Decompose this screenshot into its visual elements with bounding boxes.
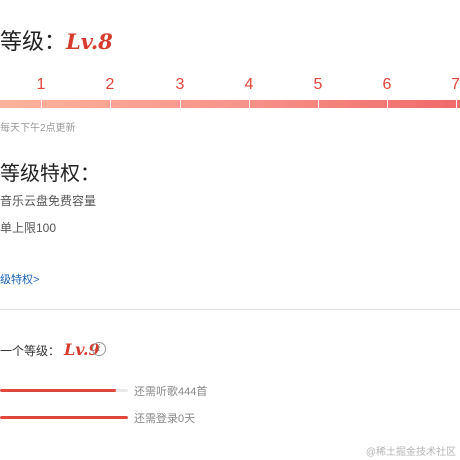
section-divider: [0, 309, 460, 310]
scale-tick-6: 6: [382, 76, 392, 93]
watermark: @稀土掘金技术社区: [365, 447, 456, 458]
login-days-progress-fill: [0, 416, 128, 419]
info-icon[interactable]: i: [92, 342, 106, 356]
level-bar-divider: [41, 100, 42, 108]
scale-tick-5: 5: [313, 76, 323, 93]
listen-songs-progress: [0, 389, 128, 392]
next-level-title: 一个等级： Lv.9: [0, 340, 100, 359]
login-days-progress: [0, 416, 128, 419]
view-privileges-link[interactable]: 级特权>: [0, 271, 39, 287]
listen-songs-progress-fill: [0, 389, 117, 392]
scale-tick-2: 2: [105, 76, 115, 93]
next-level-prefix: 一个等级：: [0, 344, 61, 358]
current-level-value: Lv.8: [66, 29, 113, 54]
scale-tick-1: 1: [36, 76, 46, 93]
level-progress-bar: [0, 100, 460, 108]
scale-tick-3: 3: [175, 76, 185, 93]
level-bar-divider: [318, 100, 319, 108]
privileges-title: 等级特权：: [0, 163, 100, 185]
level-bar-divider: [456, 100, 457, 108]
current-level-prefix: 等级：: [0, 29, 67, 54]
privilege-item: 单上限100: [0, 221, 57, 235]
current-level-title: 等级：Lv.8: [0, 24, 113, 56]
level-bar-divider: [249, 100, 250, 108]
scale-tick-4: 4: [244, 76, 254, 93]
scale-tick-7: 7: [451, 76, 460, 93]
privilege-item: 音乐云盘免费容量: [0, 194, 97, 208]
level-bar-divider: [110, 100, 111, 108]
level-bar-divider: [387, 100, 388, 108]
login-days-requirement: 还需登录0天: [134, 413, 196, 425]
level-bar-divider: [180, 100, 181, 108]
listen-songs-requirement: 还需听歌444首: [134, 386, 208, 398]
update-note: 每天下午2点更新: [0, 123, 76, 134]
